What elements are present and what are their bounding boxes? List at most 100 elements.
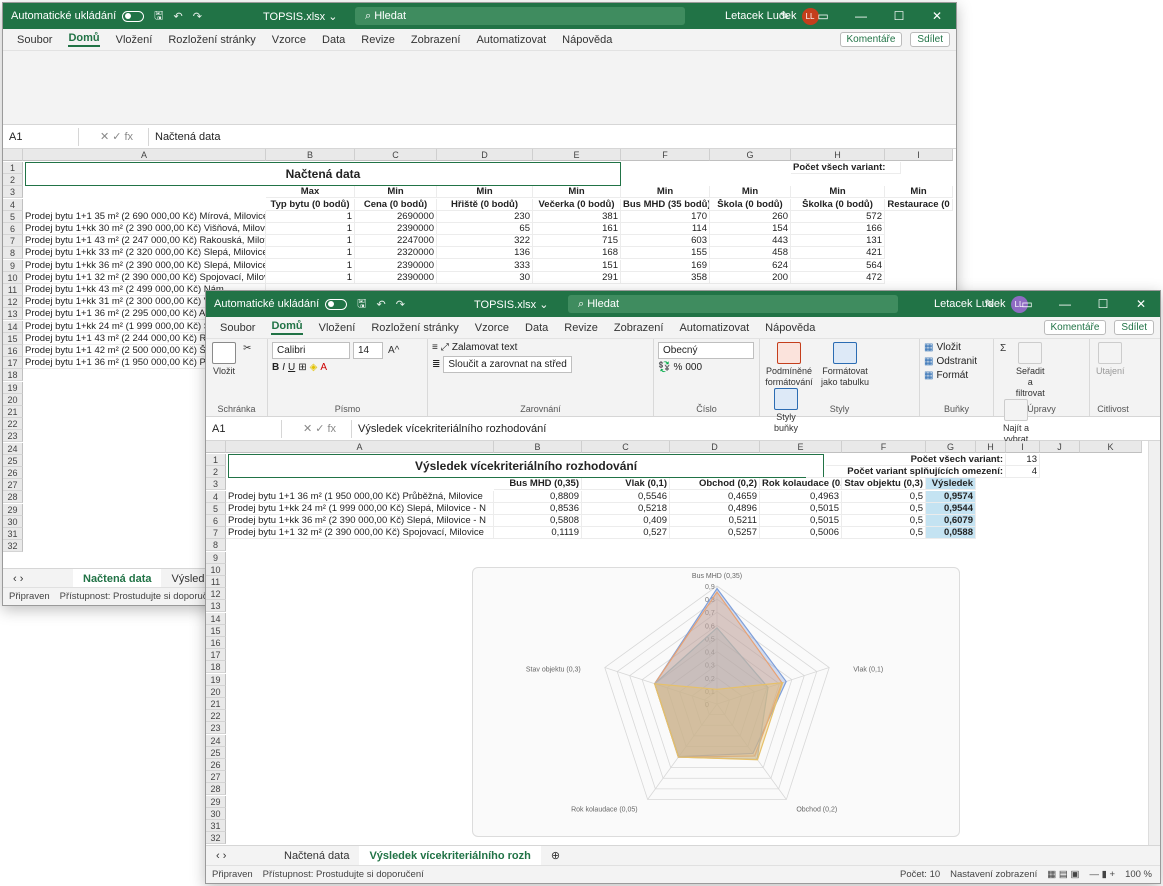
ribbon-display-icon[interactable]: ▭ bbox=[1008, 291, 1046, 317]
undo-icon[interactable]: ↶ bbox=[174, 10, 183, 23]
variant-name[interactable]: Prodej bytu 1+kk 30 m² (2 390 000,00 Kč)… bbox=[23, 223, 266, 235]
accessibility-status[interactable]: Přístupnost: Prostudujte si doporučení bbox=[263, 869, 424, 880]
value-cell[interactable]: 131 bbox=[791, 235, 885, 248]
search-box[interactable]: ⌕ Hledat bbox=[568, 295, 898, 313]
redo-icon[interactable]: ↷ bbox=[193, 10, 202, 23]
tab-home[interactable]: Domů bbox=[68, 32, 100, 47]
tab-insert[interactable]: Vložení bbox=[319, 322, 356, 334]
tab-automate[interactable]: Automatizovat bbox=[679, 322, 749, 334]
bold-button[interactable]: B bbox=[272, 362, 279, 373]
value-cell[interactable]: 2247000 bbox=[355, 235, 437, 248]
value-cell[interactable]: 0,5808 bbox=[494, 515, 582, 527]
value-cell[interactable]: 151 bbox=[533, 259, 621, 272]
font-name-select[interactable]: Calibri bbox=[272, 342, 350, 359]
value-cell[interactable]: 0,5006 bbox=[760, 527, 842, 540]
sort-filter-button[interactable]: Seřadit a filtrovat bbox=[1013, 342, 1047, 399]
maximize-button[interactable]: ☐ bbox=[1084, 291, 1122, 317]
result-cell[interactable]: 0,9574 bbox=[926, 490, 976, 503]
value-cell[interactable]: 1 bbox=[266, 210, 355, 223]
save-icon[interactable]: 🖫 bbox=[357, 295, 366, 314]
currency-icon[interactable]: 💱 bbox=[658, 362, 670, 373]
result-cell[interactable]: 0,0588 bbox=[926, 527, 976, 540]
value-cell[interactable]: 1 bbox=[266, 271, 355, 284]
variant-name[interactable]: Prodej bytu 1+1 35 m² (2 690 000,00 Kč) … bbox=[23, 210, 266, 223]
close-button[interactable]: ✕ bbox=[918, 3, 956, 29]
view-settings[interactable]: Nastavení zobrazení bbox=[950, 869, 1037, 880]
tab-formulas[interactable]: Vzorce bbox=[272, 34, 306, 46]
variant-name[interactable]: Prodej bytu 1+1 43 m² (2 247 000,00 Kč) … bbox=[23, 235, 266, 248]
value-cell[interactable]: 170 bbox=[621, 210, 710, 223]
value-cell[interactable]: 65 bbox=[437, 223, 533, 235]
font-size-select[interactable]: 14 bbox=[353, 342, 383, 359]
close-button[interactable]: ✕ bbox=[1122, 291, 1160, 317]
name-box[interactable]: A1 bbox=[212, 419, 282, 438]
value-cell[interactable]: 0,5211 bbox=[670, 515, 760, 527]
value-cell[interactable]: 136 bbox=[437, 247, 533, 260]
comments-button[interactable]: Komentáře bbox=[839, 32, 903, 47]
value-cell[interactable]: 603 bbox=[621, 235, 710, 248]
value-cell[interactable]: 2690000 bbox=[355, 210, 437, 223]
conditional-format-button[interactable]: Podmíněné formátování bbox=[765, 342, 813, 388]
value-cell[interactable]: 358 bbox=[621, 271, 710, 284]
value-cell[interactable]: 0,5 bbox=[842, 502, 926, 515]
tab-help[interactable]: Nápověda bbox=[562, 34, 612, 46]
format-as-table-button[interactable]: Formátovat jako tabulku bbox=[819, 342, 871, 388]
tab-page-layout[interactable]: Rozložení stránky bbox=[168, 34, 255, 46]
tab-home[interactable]: Domů bbox=[271, 320, 303, 335]
undo-icon[interactable]: ↶ bbox=[377, 298, 386, 311]
delete-button[interactable]: ▦ Odstranit bbox=[924, 356, 989, 367]
tab-view[interactable]: Zobrazení bbox=[614, 322, 664, 334]
format-button[interactable]: ▦ Formát bbox=[924, 370, 989, 381]
ribbon-display-icon[interactable]: ▭ bbox=[804, 3, 842, 29]
merge-center-button[interactable]: Sloučit a zarovnat na střed bbox=[443, 356, 572, 373]
tab-review[interactable]: Revize bbox=[564, 322, 598, 334]
variant-name[interactable]: Prodej bytu 1+1 36 m² (1 950 000,00 Kč) … bbox=[226, 490, 494, 503]
accessibility-status[interactable]: Přístupnost: Prostudujte si doporučení bbox=[60, 591, 221, 602]
thousands-icon[interactable]: 000 bbox=[685, 362, 702, 373]
value-cell[interactable]: 1 bbox=[266, 259, 355, 272]
value-cell[interactable]: 322 bbox=[437, 235, 533, 248]
pen-icon[interactable]: ✎ bbox=[970, 291, 1008, 317]
view-mode-icons[interactable]: ▦ ▤ ▣ bbox=[1047, 869, 1079, 880]
sheet-nav[interactable]: ‹ › bbox=[206, 846, 274, 867]
value-cell[interactable]: 333 bbox=[437, 259, 533, 272]
add-sheet-button[interactable]: ⊕ bbox=[541, 846, 570, 867]
value-cell[interactable]: 1 bbox=[266, 247, 355, 260]
fx-icon[interactable]: ✕ ✓ fx bbox=[85, 127, 149, 146]
redo-icon[interactable]: ↷ bbox=[396, 298, 405, 311]
variant-name[interactable]: Prodej bytu 1+kk 24 m² (1 999 000,00 Kč)… bbox=[226, 502, 494, 515]
value-cell[interactable]: 291 bbox=[533, 271, 621, 284]
save-icon[interactable]: 🖫 bbox=[154, 7, 163, 26]
value-cell[interactable]: 421 bbox=[791, 247, 885, 260]
variant-name[interactable]: Prodej bytu 1+kk 36 m² (2 390 000,00 Kč)… bbox=[23, 259, 266, 272]
tab-page-layout[interactable]: Rozložení stránky bbox=[371, 322, 458, 334]
variant-name[interactable]: Prodej bytu 1+kk 36 m² (2 390 000,00 Kč)… bbox=[226, 515, 494, 527]
value-cell[interactable]: 260 bbox=[710, 210, 791, 223]
value-cell[interactable]: 0,5015 bbox=[760, 515, 842, 527]
border-icon[interactable]: ⊞ bbox=[298, 362, 306, 373]
value-cell[interactable]: 443 bbox=[710, 235, 791, 248]
value-cell[interactable]: 1 bbox=[266, 223, 355, 235]
value-cell[interactable]: 0,4963 bbox=[760, 490, 842, 503]
value-cell[interactable]: 0,8536 bbox=[494, 502, 582, 515]
sensitivity-button[interactable]: Utajení bbox=[1096, 342, 1125, 377]
font-color-icon[interactable]: A bbox=[320, 362, 327, 373]
paste-button[interactable]: Vložit bbox=[212, 342, 236, 377]
pen-icon[interactable]: ✎ bbox=[766, 3, 804, 29]
value-cell[interactable]: 114 bbox=[621, 223, 710, 235]
minimize-button[interactable]: — bbox=[1046, 291, 1084, 317]
name-box[interactable]: A1 bbox=[9, 127, 79, 146]
value-cell[interactable]: 230 bbox=[437, 210, 533, 223]
file-name[interactable]: TOPSIS.xlsx ⌄ bbox=[474, 298, 548, 311]
result-cell[interactable]: 0,9544 bbox=[926, 502, 976, 515]
percent-icon[interactable]: % bbox=[673, 362, 682, 373]
tab-formulas[interactable]: Vzorce bbox=[475, 322, 509, 334]
tab-file[interactable]: Soubor bbox=[17, 34, 52, 46]
variant-name[interactable]: Prodej bytu 1+1 32 m² (2 390 000,00 Kč) … bbox=[226, 527, 494, 540]
zoom-slider[interactable]: — ▮ + bbox=[1090, 869, 1116, 880]
value-cell[interactable]: 200 bbox=[710, 271, 791, 284]
value-cell[interactable]: 166 bbox=[791, 223, 885, 235]
variant-name[interactable]: Prodej bytu 1+kk 33 m² (2 320 000,00 Kč)… bbox=[23, 247, 266, 260]
file-name[interactable]: TOPSIS.xlsx ⌄ bbox=[263, 10, 337, 23]
value-cell[interactable]: 472 bbox=[791, 271, 885, 284]
